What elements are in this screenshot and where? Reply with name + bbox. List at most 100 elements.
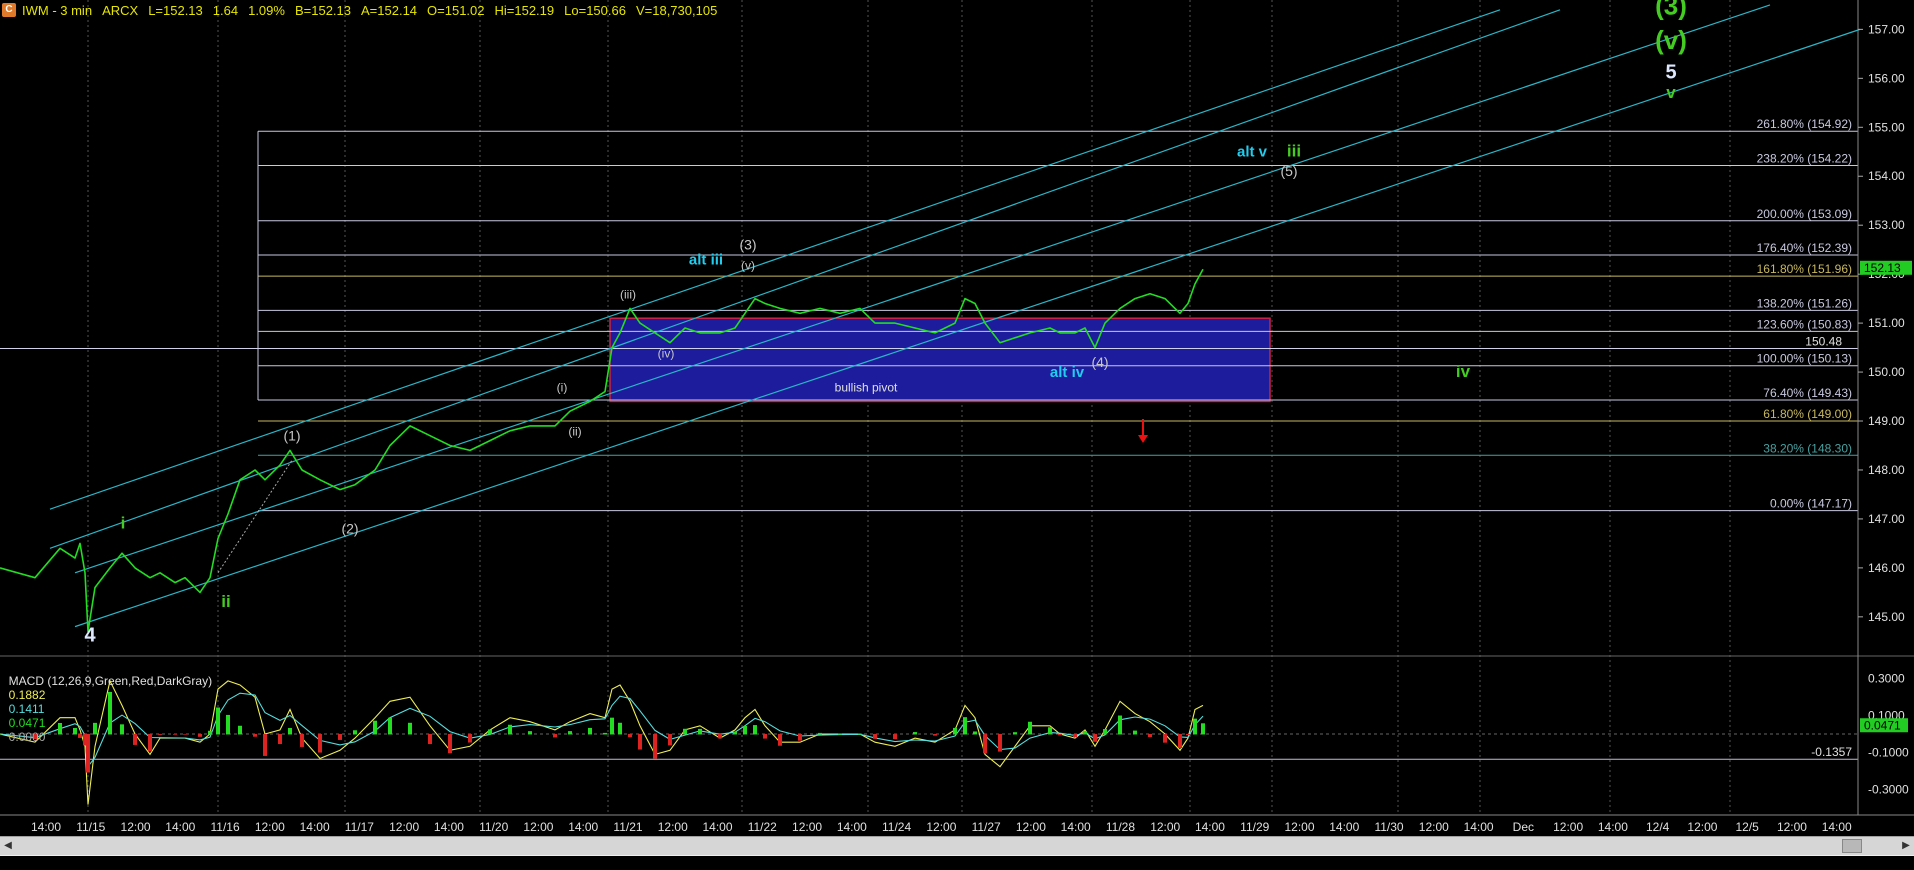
macd-hist-bar-82 <box>1193 718 1197 735</box>
macd-hist-bar-62 <box>933 734 937 736</box>
wave-label-1: i <box>121 514 126 533</box>
macd-header: MACD (12,26,9,Green,Red,DarkGray) 0.1882… <box>2 660 220 744</box>
y-tick-label-2: 147.00 <box>1868 512 1905 526</box>
fib-label-3: 176.40% (152.39) <box>1757 241 1852 255</box>
macd-hist-bar-38 <box>568 731 572 735</box>
macd-hist-bar-55 <box>798 734 802 741</box>
x-tick-label-1: 11/15 <box>76 820 105 834</box>
macd-hist-bar-31 <box>428 734 432 745</box>
wave-label-17: (5) <box>1280 163 1297 179</box>
macd-hist-bar-83 <box>1201 723 1205 735</box>
macd-hist-bar-35 <box>508 724 512 735</box>
macd-hist-bar-51 <box>743 725 747 735</box>
x-tick-label-3: 14:00 <box>165 820 195 834</box>
wave-label-0: 4 <box>84 624 96 646</box>
scroll-right-icon[interactable]: ▶ <box>1900 840 1912 852</box>
macd-hist-bar-41 <box>610 717 614 735</box>
wave-label-4: (2) <box>341 521 358 537</box>
x-tick-label-31: 12:00 <box>1419 820 1449 834</box>
x-tick-label-23: 14:00 <box>1061 820 1091 834</box>
macd-hist-bar-42 <box>618 722 622 735</box>
macd-hist-bar-33 <box>468 734 472 743</box>
tradestation-credit: Created with TradeStation. ©TradeStation… <box>1517 858 1906 870</box>
macd-value-4: 0.0000 <box>8 730 46 744</box>
macd-hist-bar-61 <box>913 732 917 735</box>
macd-hist-bar-60 <box>893 734 897 740</box>
macd-hist-bar-21 <box>263 734 267 756</box>
macd-hist-bar-70 <box>1048 727 1052 735</box>
wave-label-8: (iv) <box>658 346 675 360</box>
macd-hist-bar-29 <box>388 717 392 735</box>
x-tick-label-8: 12:00 <box>389 820 419 834</box>
macd-value-3: 0.0471 <box>8 716 46 730</box>
x-tick-label-27: 11/29 <box>1240 820 1269 834</box>
x-tick-label-19: 11/24 <box>882 820 911 834</box>
last-price-label: 152.13 <box>1864 261 1901 275</box>
x-tick-label-5: 12:00 <box>255 820 285 834</box>
macd-hist-bar-22 <box>278 734 282 745</box>
fib-label-2: 200.00% (153.09) <box>1757 207 1852 221</box>
macd-hist-bar-34 <box>488 729 492 735</box>
x-tick-label-15: 14:00 <box>703 820 733 834</box>
macd-hist-bar-19 <box>238 725 242 735</box>
x-tick-label-20: 12:00 <box>926 820 956 834</box>
macd-hist-bar-49 <box>718 734 722 739</box>
macd-hist-bar-66 <box>983 734 987 754</box>
scroll-thumb[interactable] <box>1842 839 1862 853</box>
macd-hist-bar-64 <box>963 717 967 735</box>
macd-hist-bar-48 <box>698 728 702 735</box>
x-tick-label-16: 11/22 <box>748 820 777 834</box>
x-tick-label-12: 14:00 <box>568 820 598 834</box>
x-tick-label-33: Dec <box>1513 820 1534 834</box>
macd-hist-bar-24 <box>300 734 304 747</box>
app-icon[interactable]: C <box>2 3 16 17</box>
change-value: 1.64 <box>212 2 239 18</box>
macd-hist-bar-58 <box>858 733 862 735</box>
macd-tick-2: -0.1000 <box>1868 746 1909 760</box>
macd-hist-bar-73 <box>1083 730 1087 735</box>
macd-hist-bar-37 <box>553 734 557 738</box>
fib-label-1: 238.20% (154.22) <box>1757 151 1852 165</box>
macd-hist-bar-39 <box>588 727 592 735</box>
macd-hist-bar-36 <box>528 731 532 735</box>
macd-hist-bar-57 <box>838 733 842 735</box>
wave-label-18: iv <box>1456 362 1471 381</box>
macd-hist-bar-53 <box>763 734 767 739</box>
wave-label-20: (v) <box>1655 25 1687 55</box>
x-tick-label-39: 12:00 <box>1777 820 1807 834</box>
x-tick-label-13: 11/21 <box>613 820 642 834</box>
wave-label-10: (3) <box>739 237 756 253</box>
macd-value-2: 0.1411 <box>8 702 45 716</box>
x-tick-label-32: 14:00 <box>1464 820 1494 834</box>
chart-header: C IWM - 3 min ARCX L=152.13 1.64 1.09% B… <box>0 0 727 20</box>
x-tick-label-26: 14:00 <box>1195 820 1225 834</box>
macd-hist-bar-28 <box>373 720 377 735</box>
macd-hist-bar-74 <box>1093 734 1097 742</box>
bid-price: B=152.13 <box>294 2 351 18</box>
macd-hist-bar-44 <box>638 734 642 750</box>
macd-hist-bar-50 <box>733 731 737 735</box>
high-price: Hi=152.19 <box>494 2 555 18</box>
wave-label-21: 5 <box>1665 61 1676 83</box>
open-price: O=151.02 <box>427 2 485 18</box>
scroll-left-icon[interactable]: ◀ <box>2 840 14 852</box>
ask-price: A=152.14 <box>361 2 418 18</box>
wave-label-13: (4) <box>1091 354 1108 370</box>
x-tick-label-40: 14:00 <box>1822 820 1852 834</box>
macd-hist-bar-75 <box>1103 729 1107 735</box>
macd-hist-bar-27 <box>353 730 357 735</box>
macd-hist-bar-54 <box>778 734 782 746</box>
x-tick-label-34: 12:00 <box>1553 820 1583 834</box>
symbol-label: IWM - 3 min <box>22 2 93 18</box>
x-tick-label-38: 12/5 <box>1736 820 1760 834</box>
fib-label-0: 261.80% (154.92) <box>1757 117 1852 131</box>
wave-label-5: (i) <box>557 381 568 395</box>
macd-hist-bar-23 <box>288 728 292 735</box>
wave-label-7: (iii) <box>620 288 636 302</box>
horizontal-scrollbar[interactable]: ◀ ▶ <box>0 836 1914 855</box>
y-tick-label-4: 149.00 <box>1868 414 1905 428</box>
low-price: Lo=150.66 <box>564 2 626 18</box>
x-tick-label-18: 14:00 <box>837 820 867 834</box>
fib-label-8: 76.40% (149.43) <box>1763 386 1852 400</box>
y-tick-label-0: 145.00 <box>1868 610 1905 624</box>
